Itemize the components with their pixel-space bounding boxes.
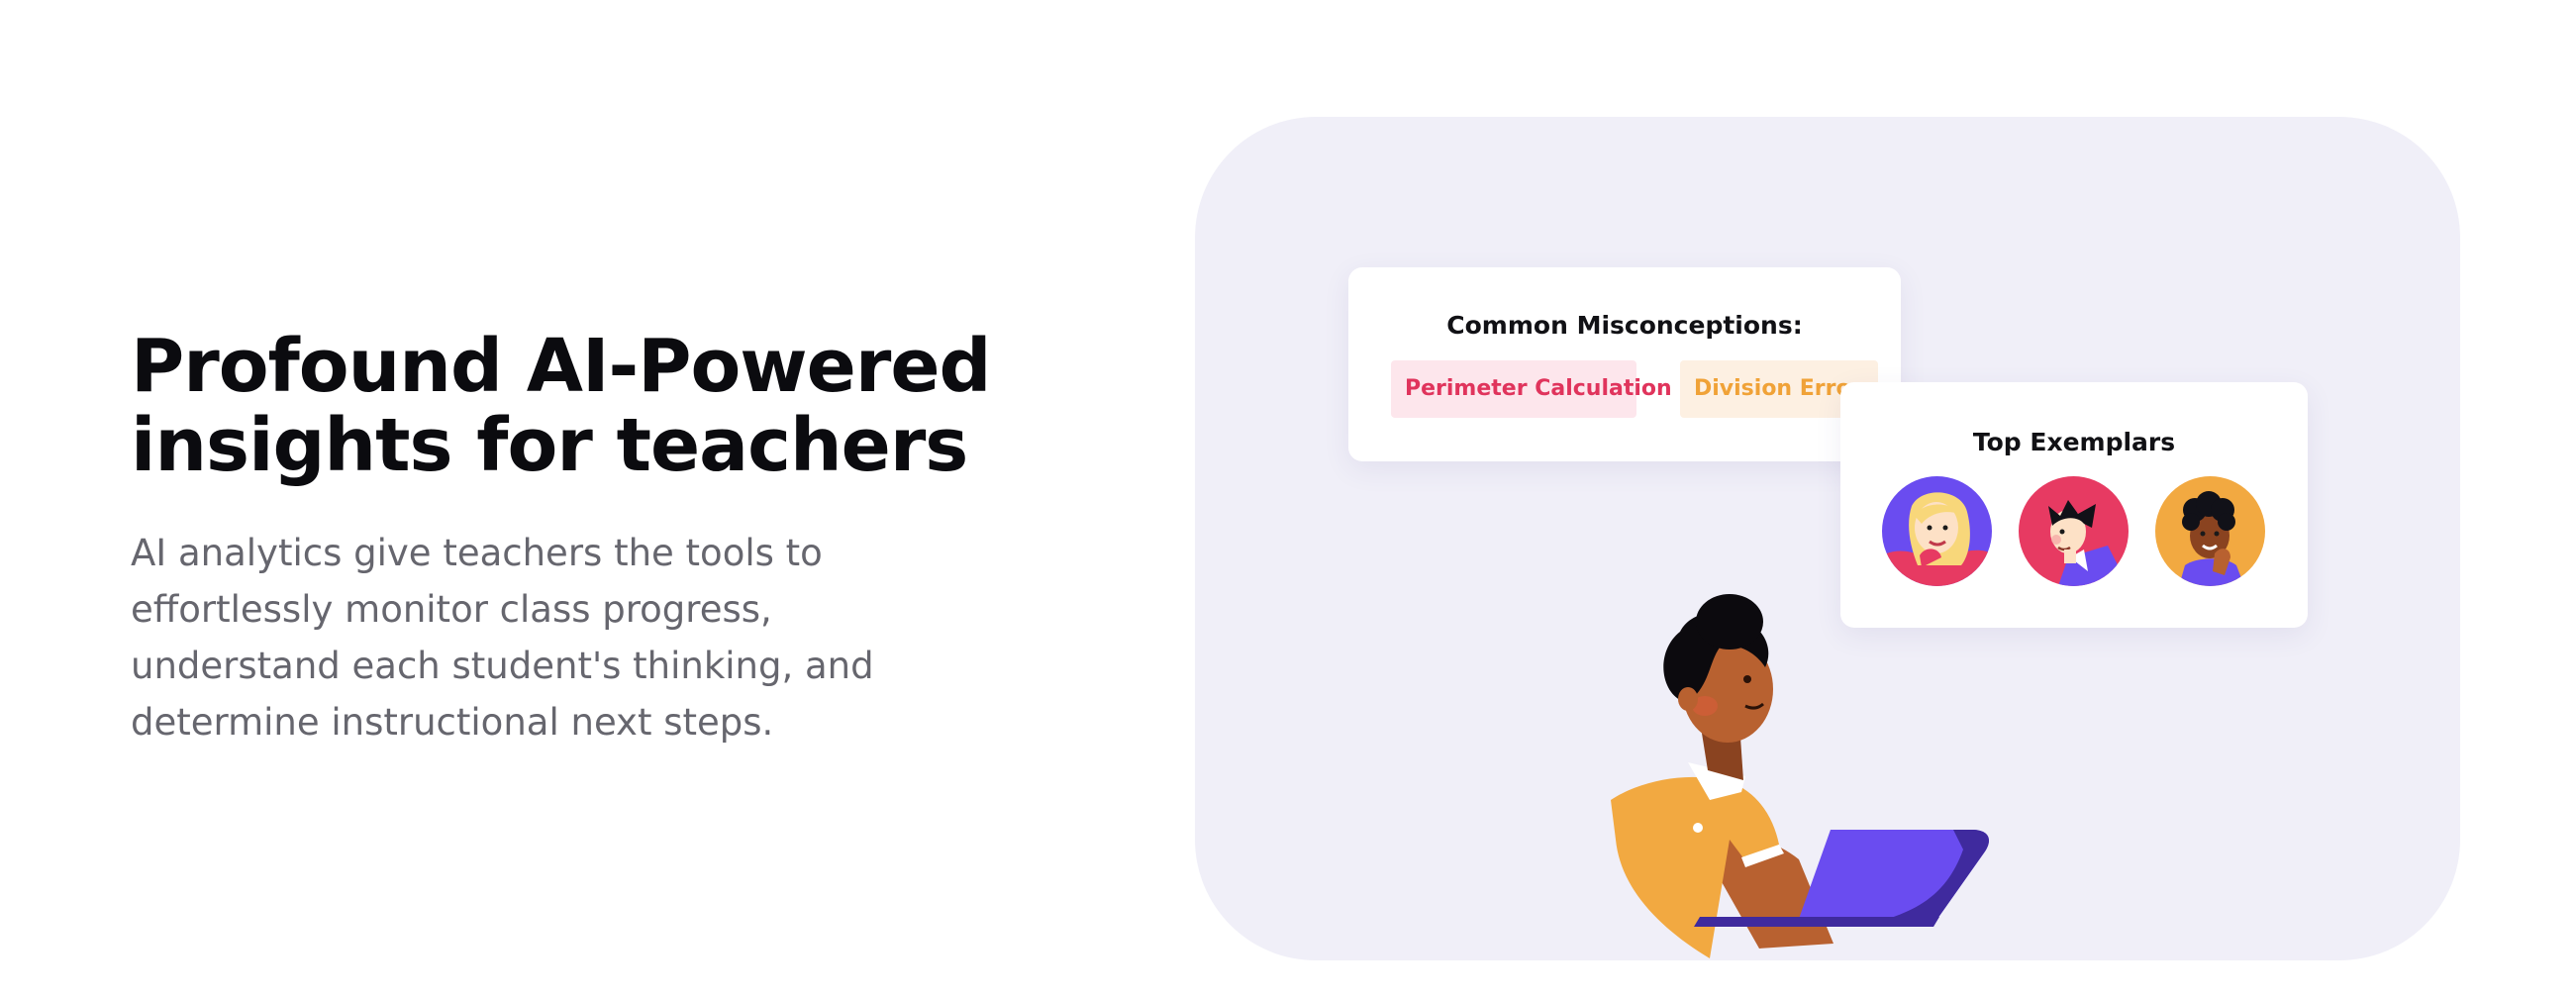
student-avatar-dark-hair-icon: [2019, 476, 2129, 586]
misconceptions-title: Common Misconceptions:: [1446, 311, 1803, 340]
hero-title: Profound AI-Powered insights for teacher…: [131, 327, 1022, 485]
laptop-base: [1694, 917, 1939, 927]
teacher-ear: [1678, 687, 1698, 711]
hero-description-line-2: effortlessly monitor class progress,: [131, 588, 772, 631]
hero-description-line-1: AI analytics give teachers the tools to: [131, 532, 823, 574]
exemplars-title: Top Exemplars: [1972, 428, 2176, 456]
student-avatar-1: [1882, 476, 1992, 586]
hero-text: Profound AI-Powered insights for teacher…: [131, 327, 1022, 750]
teacher-hair-bun: [1696, 594, 1763, 650]
top-exemplars-card: Top Exemplars: [1840, 382, 2308, 628]
student-avatar-3: [2155, 476, 2265, 586]
hero-description: AI analytics give teachers the tools to …: [131, 525, 883, 750]
hero-title-line-2: insights for teachers: [131, 403, 968, 488]
student-avatar-2: [2019, 476, 2129, 586]
misconceptions-card: Common Misconceptions: Perimeter Calcula…: [1348, 267, 1901, 461]
hero-description-line-4: determine instructional next steps.: [131, 701, 774, 744]
feature-section: Profound AI-Powered insights for teacher…: [0, 0, 2576, 1000]
teacher-eye: [1743, 675, 1751, 683]
student-avatar-blonde-icon: [1882, 476, 1992, 586]
hero-title-line-1: Profound AI-Powered: [131, 324, 992, 409]
illustration-panel: Common Misconceptions: Perimeter Calcula…: [1195, 117, 2460, 960]
shirt-button: [1693, 823, 1703, 833]
hero-description-line-3: understand each student's thinking, and: [131, 645, 874, 687]
misconception-tag-perimeter: Perimeter Calculation: [1391, 360, 1672, 418]
student-avatar-curly-hair-icon: [2155, 476, 2265, 586]
